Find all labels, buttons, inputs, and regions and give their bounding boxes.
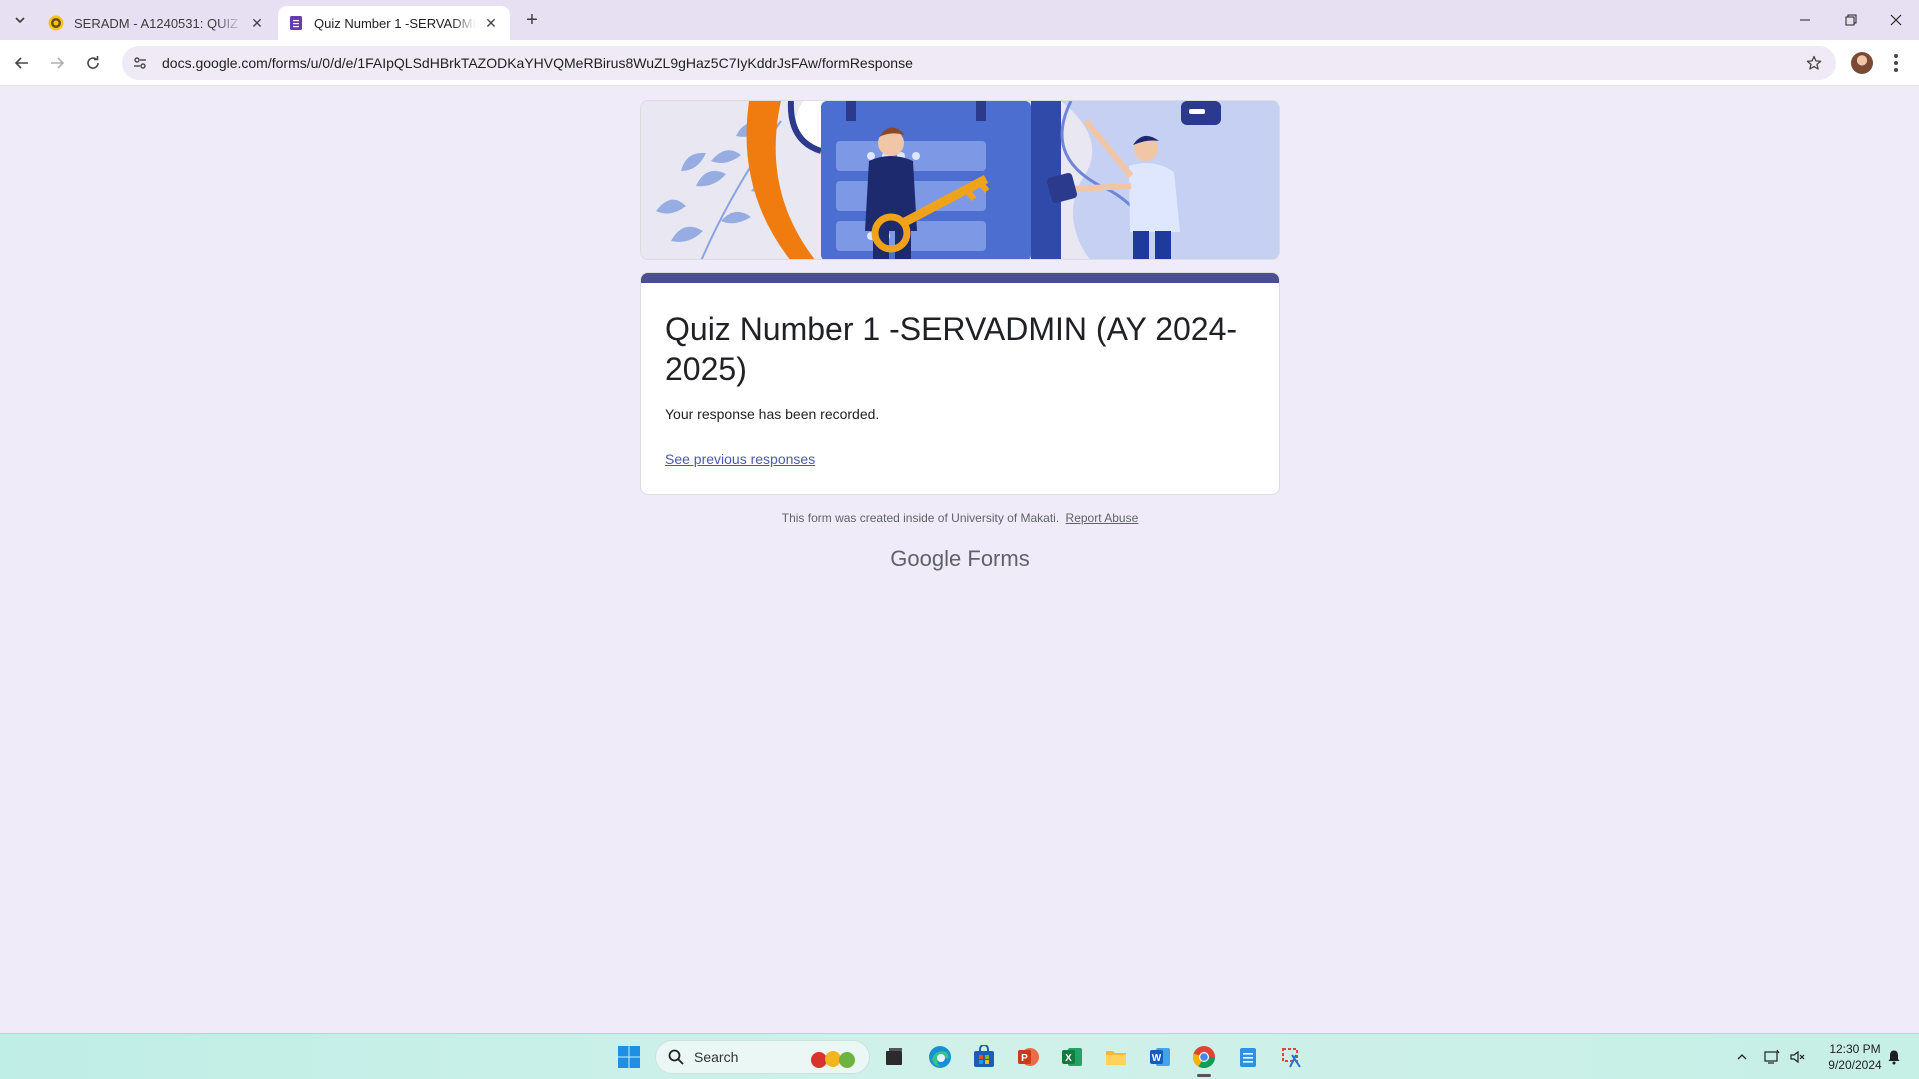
notification-bell-icon[interactable] bbox=[1882, 1034, 1906, 1079]
new-tab-plus-icon[interactable]: + bbox=[520, 8, 544, 32]
profile-avatar[interactable] bbox=[1851, 52, 1873, 74]
confirmation-card: Quiz Number 1 -SERVADMIN (AY 2024-2025) … bbox=[640, 272, 1280, 495]
browser-tab-strip: SERADM - A1240531: QUIZ #1 ✕ Quiz Number… bbox=[0, 0, 1919, 40]
forward-arrow-icon[interactable] bbox=[43, 49, 71, 77]
close-icon[interactable]: ✕ bbox=[482, 14, 500, 32]
microsoft-store-icon[interactable] bbox=[969, 1042, 999, 1072]
close-window-icon[interactable] bbox=[1873, 0, 1919, 40]
form-footer-note: This form was created inside of Universi… bbox=[640, 511, 1280, 525]
confirmation-message: Your response has been recorded. bbox=[665, 406, 880, 422]
file-explorer-icon[interactable] bbox=[1101, 1042, 1131, 1072]
form-title: Quiz Number 1 -SERVADMIN (AY 2024-2025) bbox=[665, 311, 1238, 387]
tab-search-chevron-icon[interactable] bbox=[8, 8, 32, 32]
taskbar-search-label: Search bbox=[694, 1049, 739, 1065]
chrome-active-indicator bbox=[1197, 1074, 1211, 1077]
volume-muted-icon[interactable] bbox=[1786, 1034, 1810, 1079]
task-view-icon[interactable] bbox=[879, 1042, 909, 1072]
google-forms-logo[interactable]: Google Forms bbox=[640, 546, 1280, 572]
back-arrow-icon[interactable] bbox=[8, 49, 36, 77]
form-header-image bbox=[640, 100, 1280, 260]
search-icon bbox=[668, 1049, 684, 1065]
card-accent-bar bbox=[641, 273, 1279, 283]
notepad-icon[interactable] bbox=[1233, 1042, 1263, 1072]
created-inside-text: This form was created inside of Universi… bbox=[781, 511, 1060, 525]
fruit-search-highlight-icon bbox=[811, 1051, 855, 1068]
windows-start-icon[interactable] bbox=[614, 1042, 644, 1072]
browser-toolbar: docs.google.com/forms/u/0/d/e/1FAIpQLSdH… bbox=[0, 40, 1919, 86]
svg-text:X: X bbox=[1065, 1053, 1072, 1064]
tab-quiz-number-1[interactable]: Quiz Number 1 -SERVADMIN (AY 2024-2025) … bbox=[278, 6, 510, 40]
url-text[interactable]: docs.google.com/forms/u/0/d/e/1FAIpQLSdH… bbox=[162, 55, 913, 71]
show-hidden-icons-chevron-icon[interactable] bbox=[1730, 1034, 1754, 1079]
tab-seradm-quiz[interactable]: SERADM - A1240531: QUIZ #1 ✕ bbox=[38, 6, 276, 40]
tab-label: Quiz Number 1 -SERVADMIN (AY 2024-2025) bbox=[314, 15, 476, 31]
windows-taskbar: Search P X W 12:30 PM 9/20/2024 bbox=[0, 1033, 1919, 1079]
svg-text:W: W bbox=[1152, 1053, 1162, 1064]
forms-wordmark: Forms bbox=[967, 546, 1030, 571]
bookmark-star-icon[interactable] bbox=[1802, 51, 1826, 75]
address-bar[interactable]: docs.google.com/forms/u/0/d/e/1FAIpQLSdH… bbox=[122, 46, 1836, 80]
moodle-icon bbox=[48, 15, 64, 31]
google-wordmark: Google bbox=[890, 546, 962, 571]
reload-icon[interactable] bbox=[79, 49, 107, 77]
close-icon[interactable]: ✕ bbox=[248, 14, 266, 32]
more-menu-icon[interactable] bbox=[1884, 51, 1908, 75]
edge-browser-icon[interactable] bbox=[925, 1042, 955, 1072]
google-forms-icon bbox=[288, 15, 304, 31]
report-abuse-link[interactable]: Report Abuse bbox=[1066, 511, 1139, 525]
snipping-tool-icon[interactable] bbox=[1277, 1042, 1307, 1072]
svg-text:P: P bbox=[1021, 1053, 1028, 1064]
site-info-icon[interactable] bbox=[126, 49, 154, 77]
see-previous-responses-link[interactable]: See previous responses bbox=[665, 451, 815, 467]
taskbar-search-box[interactable]: Search bbox=[655, 1040, 870, 1074]
tab-label: SERADM - A1240531: QUIZ #1 bbox=[74, 15, 242, 31]
minimize-icon[interactable] bbox=[1782, 0, 1828, 40]
powerpoint-icon[interactable]: P bbox=[1013, 1042, 1043, 1072]
network-icon[interactable] bbox=[1760, 1034, 1784, 1079]
excel-icon[interactable]: X bbox=[1057, 1042, 1087, 1072]
word-icon[interactable]: W bbox=[1145, 1042, 1175, 1072]
restore-icon[interactable] bbox=[1828, 0, 1874, 40]
chrome-icon[interactable] bbox=[1189, 1042, 1219, 1072]
